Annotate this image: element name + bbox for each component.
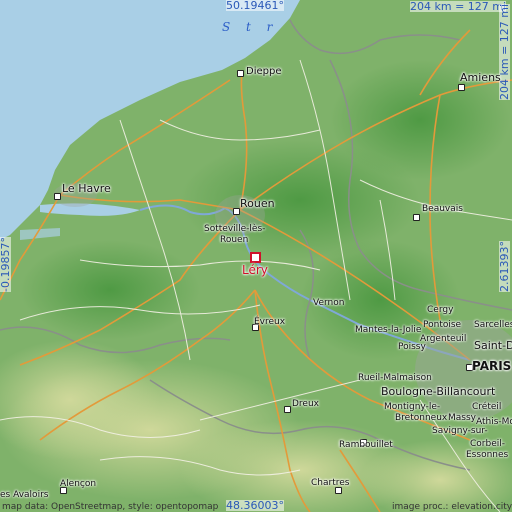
city-corbeil-line2[interactable]: Essonnes: [466, 451, 508, 460]
city-marker: [233, 208, 240, 215]
city-saint-denis[interactable]: Saint-D: [474, 340, 512, 351]
scale-top: 204 km = 127 mi: [410, 0, 507, 13]
city-poissy[interactable]: Poissy: [398, 343, 426, 352]
city-rouen[interactable]: Rouen: [240, 198, 275, 209]
city-boulogne[interactable]: Boulogne-Billancourt: [381, 386, 495, 397]
city-pontoise[interactable]: Pontoise: [423, 321, 461, 330]
coord-bottom: 48.36003°: [226, 499, 284, 512]
coord-top: 50.19461°: [226, 0, 284, 12]
city-beauvais[interactable]: Beauvais: [422, 205, 463, 214]
city-dieppe[interactable]: Dieppe: [246, 67, 281, 77]
city-sotteville-line1[interactable]: Sotteville-lès-: [204, 225, 265, 234]
scale-right: 204 km = 127 mi: [498, 3, 511, 100]
city-sarcelles[interactable]: Sarcelles: [474, 321, 512, 330]
coord-left: -0.19857°: [0, 237, 12, 292]
place-avaloirs[interactable]: es Avaloirs: [0, 491, 48, 500]
city-cergy[interactable]: Cergy: [427, 306, 453, 315]
city-alencon[interactable]: Alençon: [60, 480, 96, 489]
city-savigny[interactable]: Savigny-sur-: [432, 427, 488, 436]
city-montigny-line1[interactable]: Montigny-le-: [384, 403, 440, 412]
city-evreux[interactable]: Évreux: [254, 318, 285, 327]
city-paris[interactable]: PARIS: [472, 360, 511, 372]
city-chartres[interactable]: Chartres: [311, 479, 349, 488]
city-dreux[interactable]: Dreux: [292, 400, 319, 409]
attribution-map-data: map data: OpenStreetmap, style: opentopo…: [2, 502, 219, 512]
city-massy[interactable]: Massy: [448, 414, 476, 423]
city-argenteuil[interactable]: Argenteuil: [420, 335, 466, 344]
focus-label-lery[interactable]: Léry: [242, 263, 268, 277]
city-vernon[interactable]: Vernon: [313, 299, 344, 308]
city-sotteville-line2[interactable]: Rouen: [220, 236, 248, 245]
sea-label: S t r: [222, 20, 279, 34]
city-marker: [54, 193, 61, 200]
city-rueil[interactable]: Rueil-Malmaison: [358, 374, 432, 383]
city-marker: [335, 487, 342, 494]
city-montigny-line2[interactable]: Bretonneux: [395, 414, 447, 423]
city-rambouillet[interactable]: Rambouillet: [339, 441, 393, 450]
city-marker: [413, 214, 420, 221]
city-mantes[interactable]: Mantes-la-Jolie: [355, 326, 421, 335]
city-marker: [284, 406, 291, 413]
city-creteil[interactable]: Créteil: [472, 403, 501, 412]
city-marker: [237, 70, 244, 77]
city-amiens[interactable]: Amiens: [460, 72, 501, 83]
attribution-image-proc: image proc.: elevation.city: [392, 502, 512, 512]
city-corbeil-line1[interactable]: Corbeil-: [470, 440, 505, 449]
map-view[interactable]: S t r 50.19461° 204 km = 127 mi 48.36003…: [0, 0, 512, 512]
focus-marker[interactable]: [250, 252, 261, 263]
coord-right: 2.61393°: [498, 241, 511, 292]
city-le-havre[interactable]: Le Havre: [62, 183, 111, 194]
city-marker: [458, 84, 465, 91]
